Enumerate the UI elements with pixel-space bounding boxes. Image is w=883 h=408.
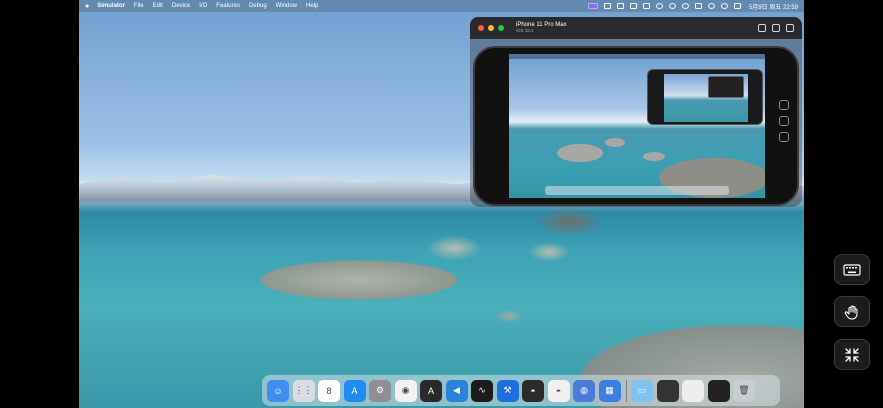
- folder-icon[interactable]: ▭: [631, 379, 653, 402]
- menu-io[interactable]: I/O: [199, 3, 207, 9]
- collapse-icon: [845, 347, 859, 362]
- zoom-button[interactable]: [498, 25, 504, 31]
- vscode-icon[interactable]: ◀: [445, 379, 468, 402]
- calendar-icon[interactable]: 8: [318, 379, 340, 402]
- mirrored-rock: [557, 144, 603, 162]
- headphones-icon[interactable]: [681, 3, 689, 9]
- battery-icon[interactable]: [694, 3, 702, 9]
- exit-fullscreen-button[interactable]: [834, 339, 870, 370]
- launchpad-icon[interactable]: ⋮⋮: [292, 379, 315, 402]
- mirrored-menu-bar: [509, 54, 765, 59]
- menu-device[interactable]: Device: [172, 3, 190, 9]
- menu-debug[interactable]: Debug: [249, 3, 267, 9]
- iphone-frame: [473, 46, 799, 206]
- hand-icon[interactable]: [779, 116, 789, 126]
- robot-app-icon[interactable]: ◍: [573, 379, 595, 402]
- keyboard-icon[interactable]: [779, 100, 789, 110]
- close-button[interactable]: [478, 25, 484, 31]
- keyboard-icon: [843, 263, 861, 276]
- menu-edit[interactable]: Edit: [153, 3, 163, 9]
- dock: ☺ ⋮⋮ 8 A ⚙ ◉ A ◀ ∿ ⚒ ◓ ◓ ◍ ▦ ▭ 🗑: [262, 375, 780, 406]
- control-center-icon[interactable]: [733, 3, 741, 9]
- home-icon[interactable]: [758, 24, 766, 32]
- ufo-app-1-icon[interactable]: ◓: [522, 379, 544, 402]
- dock-separator: [626, 379, 627, 402]
- menu-help[interactable]: Help: [306, 3, 318, 9]
- wifi-icon[interactable]: [707, 3, 715, 9]
- menu-bar-status: 5月9日 周五 22:59: [582, 0, 798, 12]
- collapse-icon[interactable]: [779, 132, 789, 142]
- circle-icon[interactable]: [655, 3, 663, 9]
- minimize-button[interactable]: [488, 25, 494, 31]
- apple-icon[interactable]: ●: [85, 3, 89, 10]
- window-thumbnail-icon[interactable]: [682, 379, 704, 402]
- menu-features[interactable]: Features: [216, 3, 240, 9]
- hand-button[interactable]: [834, 296, 870, 327]
- box-icon[interactable]: [629, 3, 637, 9]
- xcode-icon[interactable]: ⚒: [496, 379, 519, 402]
- menu-file[interactable]: File: [134, 3, 144, 9]
- system-settings-icon[interactable]: ⚙: [369, 379, 391, 402]
- mac-desktop: ● Simulator File Edit Device I/O Feature…: [79, 0, 804, 408]
- simulator-titlebar[interactable]: iPhone 11 Pro Max iOS 18.2: [470, 17, 802, 39]
- menu-bar-clock[interactable]: 5月9日 周五 22:59: [749, 2, 798, 11]
- image-icon[interactable]: [642, 3, 650, 9]
- cloud-icon[interactable]: [616, 3, 624, 9]
- activity-monitor-icon[interactable]: ∿: [471, 379, 493, 402]
- simulator-window: iPhone 11 Pro Max iOS 18.2: [470, 17, 802, 207]
- nested-window: [708, 76, 744, 98]
- menu-window[interactable]: Window: [276, 3, 297, 9]
- mirrored-rock: [643, 152, 665, 161]
- screenshot-icon[interactable]: [772, 24, 780, 32]
- screen-mirroring-icon[interactable]: [587, 3, 598, 9]
- os-version: iOS 18.2: [516, 28, 534, 34]
- rotate-icon[interactable]: [786, 24, 794, 32]
- menu-bar: ● Simulator File Edit Device I/O Feature…: [79, 0, 804, 12]
- display-icon[interactable]: [603, 3, 611, 9]
- ufo-app-2-icon[interactable]: ◓: [547, 379, 570, 402]
- mirrored-rock: [605, 138, 625, 147]
- iphone-screen[interactable]: [509, 54, 765, 198]
- menu-simulator[interactable]: Simulator: [97, 3, 125, 9]
- spotlight-icon[interactable]: [720, 3, 728, 9]
- trash-icon[interactable]: 🗑: [733, 379, 755, 402]
- keyboard-button[interactable]: [834, 254, 870, 285]
- simulator-title: iPhone 11 Pro Max iOS 18.2: [516, 22, 567, 34]
- window-thumbnail-icon[interactable]: [656, 379, 679, 402]
- app-store-icon[interactable]: A: [343, 379, 366, 402]
- clock-icon[interactable]: [668, 3, 676, 9]
- chrome-icon[interactable]: ◉: [394, 379, 417, 402]
- window-thumbnail-icon[interactable]: [707, 379, 730, 402]
- files-app-icon[interactable]: ▦: [598, 379, 621, 402]
- mirrored-dock: [545, 186, 729, 195]
- instruments-icon[interactable]: A: [420, 379, 442, 402]
- mirrored-simulator-window: [647, 69, 763, 125]
- finder-icon[interactable]: ☺: [267, 379, 289, 402]
- simulator-toolbar: [752, 24, 794, 32]
- hand-icon: [844, 304, 858, 320]
